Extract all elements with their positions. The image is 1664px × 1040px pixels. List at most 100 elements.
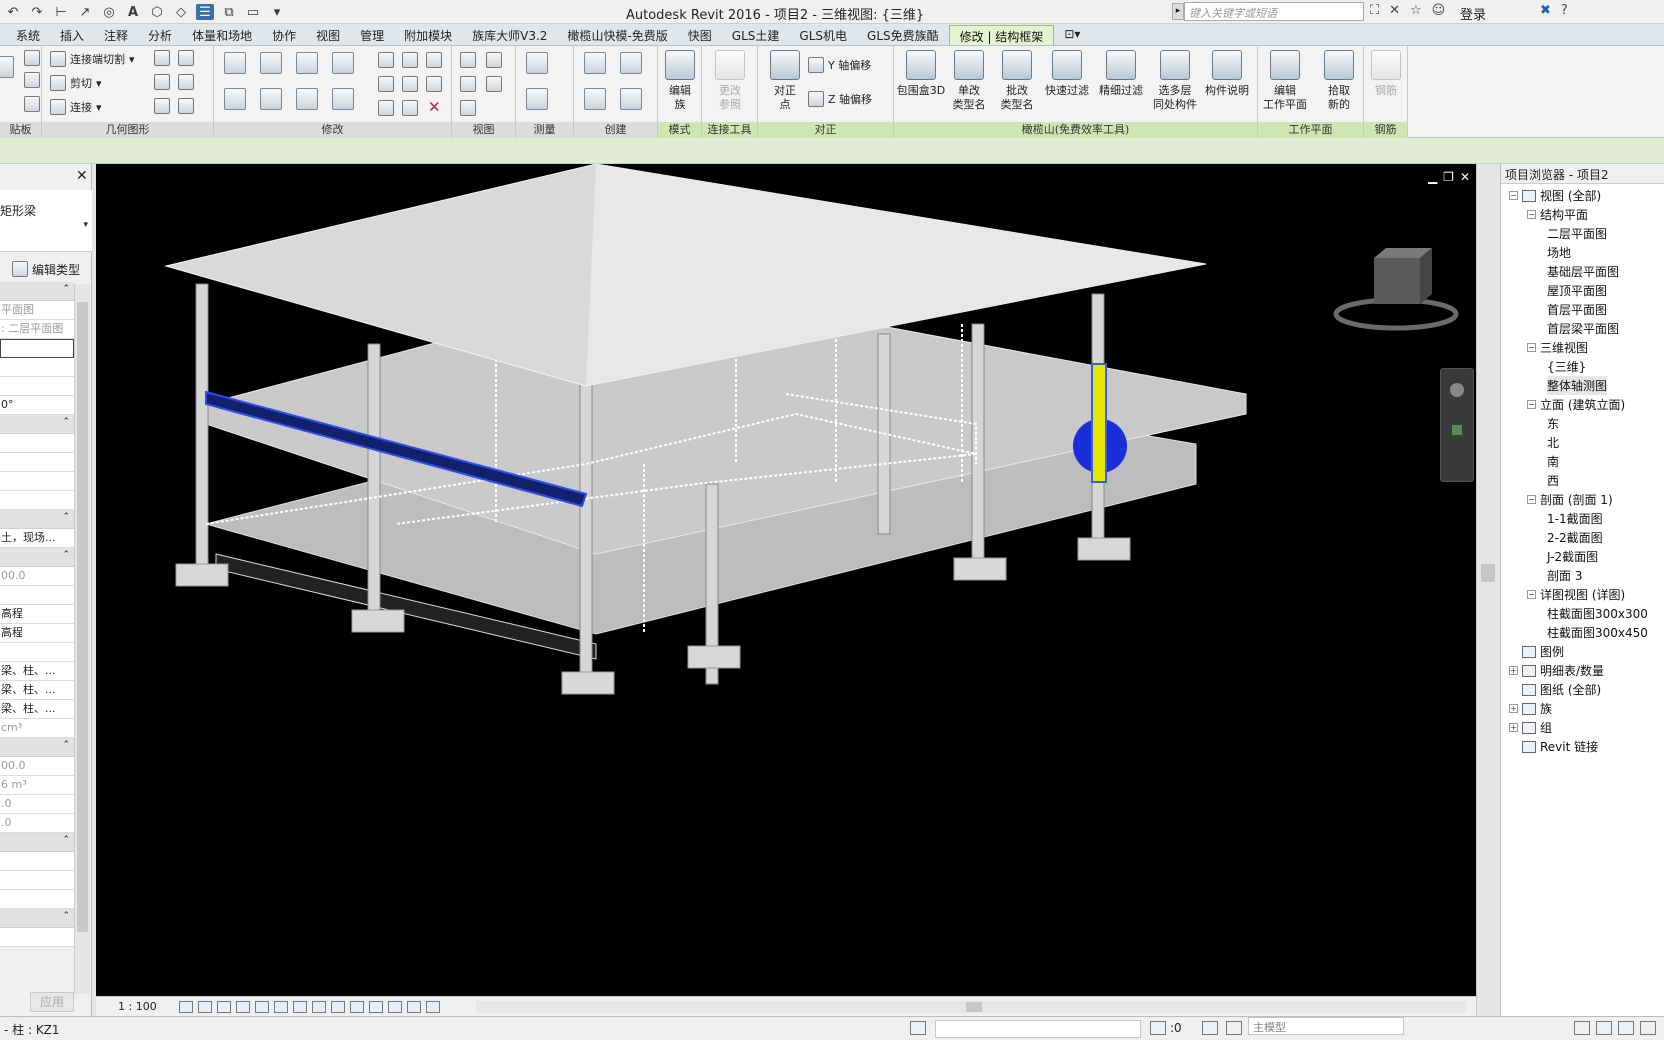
- join-button[interactable]: 连接 ▾: [50, 98, 102, 116]
- override-graphics-icon[interactable]: [486, 52, 502, 68]
- view-override-icon[interactable]: [460, 100, 476, 116]
- ribbon-toggle-icon[interactable]: ⊡▾: [1054, 25, 1090, 45]
- dimension-icon[interactable]: ⊢: [52, 4, 70, 20]
- browser-item[interactable]: + 族: [1509, 699, 1552, 718]
- array-icon[interactable]: [378, 76, 394, 92]
- create-parts-icon[interactable]: [584, 52, 606, 74]
- ribbon-tab[interactable]: 系统: [6, 25, 50, 45]
- rotate-icon[interactable]: [296, 88, 318, 110]
- browser-item[interactable]: − 结构平面: [1527, 205, 1588, 224]
- browser-item[interactable]: 场地: [1547, 243, 1571, 262]
- steering-wheel-icon[interactable]: [1450, 383, 1464, 397]
- collapse-icon[interactable]: −: [1527, 343, 1536, 352]
- property-value[interactable]: [0, 871, 74, 890]
- collapse-icon[interactable]: −: [1527, 400, 1536, 409]
- collapse-icon[interactable]: ⌃: [62, 740, 70, 750]
- ribbon-tab[interactable]: 体量和场地: [182, 25, 262, 45]
- sun-path-icon[interactable]: [216, 1000, 231, 1013]
- match-type-icon[interactable]: [24, 96, 40, 112]
- property-value[interactable]: [0, 852, 74, 871]
- trim-multiple-icon[interactable]: [378, 100, 394, 116]
- property-value[interactable]: .0: [0, 814, 74, 833]
- scroll-thumb[interactable]: [77, 302, 88, 932]
- type-selector[interactable]: 矩形梁 ▾: [0, 190, 92, 252]
- exclude-options-icon[interactable]: [1226, 1021, 1242, 1035]
- property-value[interactable]: [0, 453, 74, 472]
- line-style-icon[interactable]: [486, 76, 502, 92]
- paint-icon[interactable]: [178, 50, 194, 66]
- mirror-axis-icon[interactable]: [296, 52, 318, 74]
- edit-workplane-button[interactable]: 编辑 工作平面: [1258, 50, 1312, 112]
- create-group-icon[interactable]: [620, 52, 642, 74]
- batch-rename-button[interactable]: 批改 类型名: [990, 50, 1044, 112]
- ribbon-tab[interactable]: 视图: [306, 25, 350, 45]
- ribbon-tab[interactable]: 橄榄山快模-免费版: [557, 25, 677, 45]
- browser-item[interactable]: Revit 链接: [1509, 737, 1598, 756]
- browser-item[interactable]: − 视图 (全部): [1509, 186, 1601, 205]
- trim-extend-icon[interactable]: [332, 88, 354, 110]
- ribbon-tab[interactable]: GLS机电: [789, 25, 857, 45]
- move-icon[interactable]: [224, 88, 246, 110]
- property-value[interactable]: [0, 491, 74, 510]
- editing-requests-icon[interactable]: [1150, 1021, 1166, 1035]
- edit-type-button[interactable]: 编辑类型: [0, 258, 90, 280]
- browser-item[interactable]: 整体轴测图: [1547, 376, 1608, 395]
- temporary-properties-icon[interactable]: [368, 1000, 383, 1013]
- rebar-button[interactable]: 钢筋: [1359, 50, 1413, 98]
- property-value[interactable]: [0, 643, 74, 662]
- reveal-hidden-icon[interactable]: [349, 1000, 364, 1013]
- navigation-bar[interactable]: [1440, 368, 1474, 482]
- property-value[interactable]: : 二层平面图: [0, 320, 74, 339]
- highlighted-column[interactable]: [1091, 363, 1107, 483]
- property-value[interactable]: [0, 339, 74, 358]
- chevron-down-icon[interactable]: ▾: [83, 220, 88, 230]
- workset-icon[interactable]: [910, 1021, 926, 1035]
- workset-dropdown[interactable]: [935, 1020, 1141, 1038]
- footing[interactable]: [1077, 537, 1131, 561]
- demolish-icon[interactable]: [178, 74, 194, 90]
- search-expand-icon[interactable]: ▸: [1172, 3, 1184, 20]
- property-value[interactable]: 梁、柱、...: [0, 681, 74, 700]
- properties-section-header[interactable]: ⌃: [0, 415, 74, 434]
- exchange-icon[interactable]: ✖: [1540, 3, 1551, 18]
- horizontal-scrollbar[interactable]: [476, 1001, 1466, 1013]
- copy-icon[interactable]: [24, 72, 40, 88]
- expand-icon[interactable]: +: [1509, 666, 1518, 675]
- close-hidden-icon[interactable]: ⧉: [220, 4, 238, 20]
- select-underlay-icon[interactable]: [1596, 1021, 1612, 1035]
- hammer-icon[interactable]: [178, 98, 194, 114]
- cut-button[interactable]: 剪切 ▾: [50, 74, 102, 92]
- browser-item[interactable]: 1-1截面图: [1547, 509, 1603, 528]
- property-value[interactable]: [0, 928, 74, 947]
- y-offset-button[interactable]: Y 轴偏移: [808, 56, 871, 74]
- offset-icon[interactable]: [260, 52, 282, 74]
- collapse-icon[interactable]: ⌃: [62, 512, 70, 522]
- unpin-icon[interactable]: [426, 52, 442, 68]
- 3d-model-canvas[interactable]: [96, 164, 1476, 996]
- browser-item[interactable]: 屋顶平面图: [1547, 281, 1607, 300]
- align-dimension-icon[interactable]: ↗: [76, 4, 94, 20]
- redo-icon[interactable]: ↷: [28, 4, 46, 20]
- properties-section-header[interactable]: ⌃: [0, 738, 74, 757]
- measure-icon[interactable]: [526, 52, 548, 74]
- ribbon-tab[interactable]: GLS土建: [722, 25, 790, 45]
- apply-button[interactable]: 应用: [30, 992, 74, 1012]
- thin-lines-icon[interactable]: ☰: [196, 4, 214, 20]
- bounding-box-3d-button[interactable]: 包围盒3D: [894, 50, 948, 98]
- analytical-model-icon[interactable]: [406, 1000, 421, 1013]
- user-icon[interactable]: ☺: [1432, 3, 1446, 18]
- search-input[interactable]: 键入关键字或短语: [1184, 2, 1364, 21]
- ribbon-tab[interactable]: 分析: [138, 25, 182, 45]
- shadows-icon[interactable]: [235, 1000, 250, 1013]
- viewport-vertical-scrollbar[interactable]: [1476, 164, 1500, 1016]
- collapse-icon[interactable]: ⌃: [62, 550, 70, 560]
- copy-element-icon[interactable]: [260, 88, 282, 110]
- column[interactable]: [971, 323, 985, 575]
- browser-item[interactable]: 图例: [1509, 642, 1564, 661]
- worksharing-icon[interactable]: [387, 1000, 402, 1013]
- quick-filter-button[interactable]: 快速过滤: [1040, 50, 1094, 98]
- collapse-icon[interactable]: −: [1509, 191, 1518, 200]
- properties-section-header[interactable]: ⌃: [0, 909, 74, 928]
- browser-item[interactable]: − 立面 (建筑立面): [1527, 395, 1625, 414]
- browser-item[interactable]: 图纸 (全部): [1509, 680, 1601, 699]
